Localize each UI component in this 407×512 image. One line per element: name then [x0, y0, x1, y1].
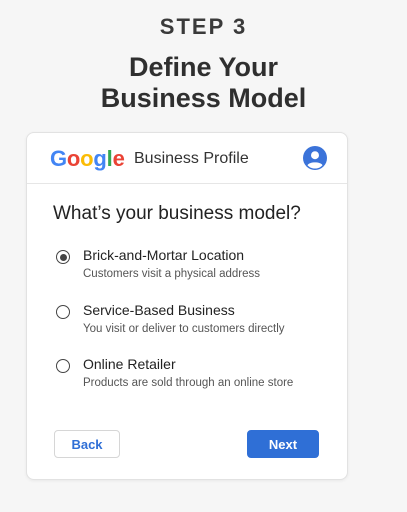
account-circle-icon[interactable] [303, 146, 327, 170]
option-title: Brick-and-Mortar Location [83, 247, 245, 263]
option-title: Service-Based Business [83, 302, 235, 318]
radio-unchecked[interactable] [56, 305, 70, 319]
card-header: Google Business Profile [27, 133, 347, 184]
product-name: Business Profile [134, 150, 249, 167]
back-button[interactable]: Back [54, 430, 120, 458]
option-description: You visit or deliver to customers direct… [83, 323, 285, 335]
google-logo: Google [50, 146, 125, 171]
question-heading: What’s your business model? [53, 203, 301, 224]
title-line-2: Business Model [100, 83, 307, 113]
option-description: Products are sold through an online stor… [83, 377, 294, 389]
radio-checked[interactable] [56, 250, 70, 264]
title-line-1: Define Your [128, 52, 279, 82]
option-description: Customers visit a physical address [83, 268, 261, 280]
business-model-card: Google Business Profile What’s your busi… [26, 132, 348, 480]
radio-unchecked[interactable] [56, 359, 70, 373]
step-label: STEP 3 [159, 14, 248, 39]
next-button[interactable]: Next [247, 430, 319, 458]
page-title: Define Your Business Model [0, 52, 407, 114]
option-title: Online Retailer [83, 356, 176, 372]
